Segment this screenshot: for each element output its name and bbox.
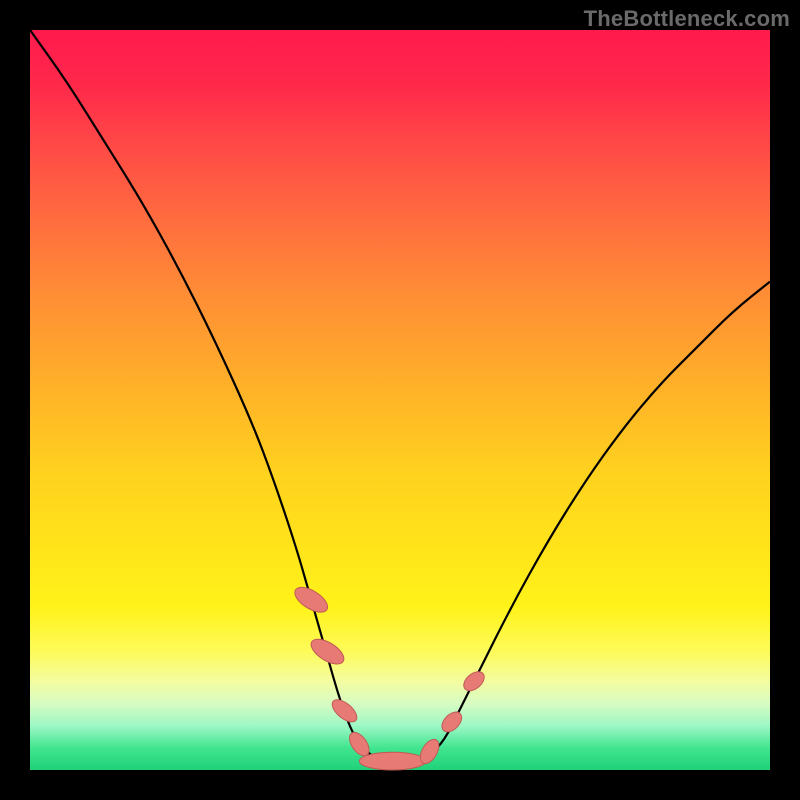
- bottleneck-curve: [30, 30, 770, 763]
- bead-3: [328, 696, 360, 726]
- watermark-text: TheBottleneck.com: [584, 6, 790, 32]
- bead-8: [460, 668, 488, 695]
- bead-5: [359, 752, 426, 770]
- bead-1: [291, 582, 332, 617]
- curve-svg: [30, 30, 770, 770]
- chart-frame: TheBottleneck.com: [0, 0, 800, 800]
- bead-7: [438, 708, 465, 735]
- curve-markers: [291, 582, 488, 770]
- bead-2: [307, 634, 348, 669]
- plot-area: [30, 30, 770, 770]
